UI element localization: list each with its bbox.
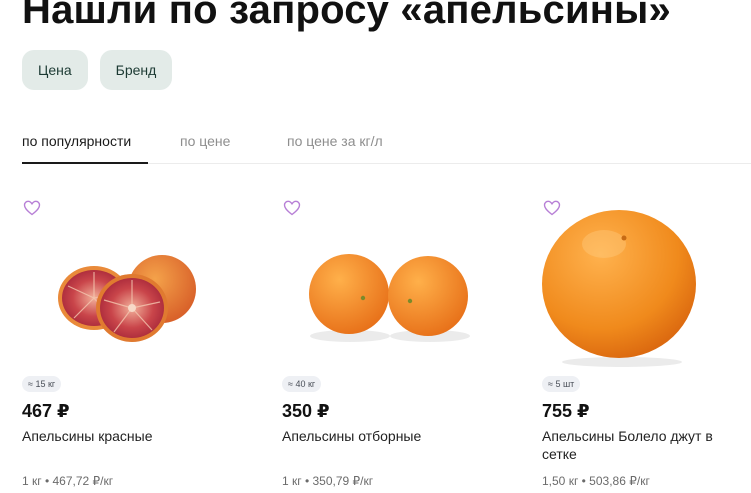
heart-outline-icon[interactable] (542, 198, 562, 218)
page-title: Нашли по запросу «апельсины» (22, 0, 671, 32)
heart-outline-icon[interactable] (22, 198, 42, 218)
product-name[interactable]: Апельсины Болело джут в сетке (542, 427, 742, 463)
active-tab-indicator (22, 162, 148, 164)
product-price: 350 ₽ (282, 401, 330, 421)
unit-price: 1,50 кг • 503,86 ₽/кг (542, 474, 650, 488)
oranges-pair-image (309, 254, 470, 342)
unit-price: 1 кг • 350,79 ₽/кг (282, 474, 374, 488)
big-orange-image (542, 210, 696, 367)
tab-sort-price[interactable]: по цене (180, 133, 230, 149)
product-price: 467 ₽ (22, 401, 70, 421)
weight-badge: ≈ 15 кг (22, 376, 62, 392)
tab-sort-unit-price[interactable]: по цене за кг/л (287, 133, 383, 149)
product-card[interactable]: ≈ 15 кг 467 ₽ Апельсины красные 1 кг • 4… (22, 196, 252, 493)
weight-badge: ≈ 40 кг (282, 376, 322, 392)
product-price: 755 ₽ (542, 401, 590, 421)
blood-oranges-image (58, 255, 196, 342)
product-name[interactable]: Апельсины отборные (282, 427, 497, 445)
sort-tabs: по популярности по цене по цене за кг/л (22, 128, 751, 164)
product-card[interactable]: ≈ 5 шт 755 ₽ Апельсины Болело джут в сет… (542, 196, 751, 493)
product-name[interactable]: Апельсины красные (22, 427, 237, 445)
unit-price: 1 кг • 467,72 ₽/кг (22, 474, 114, 488)
product-card[interactable]: ≈ 40 кг 350 ₽ Апельсины отборные 1 кг • … (282, 196, 512, 493)
price-filter-button[interactable]: Цена (22, 50, 88, 90)
heart-outline-icon[interactable] (282, 198, 302, 218)
brand-filter-button[interactable]: Бренд (99, 50, 173, 90)
tab-sort-popularity[interactable]: по популярности (22, 133, 131, 149)
weight-badge: ≈ 5 шт (542, 376, 581, 392)
filter-bar: Цена Бренд (22, 50, 173, 90)
